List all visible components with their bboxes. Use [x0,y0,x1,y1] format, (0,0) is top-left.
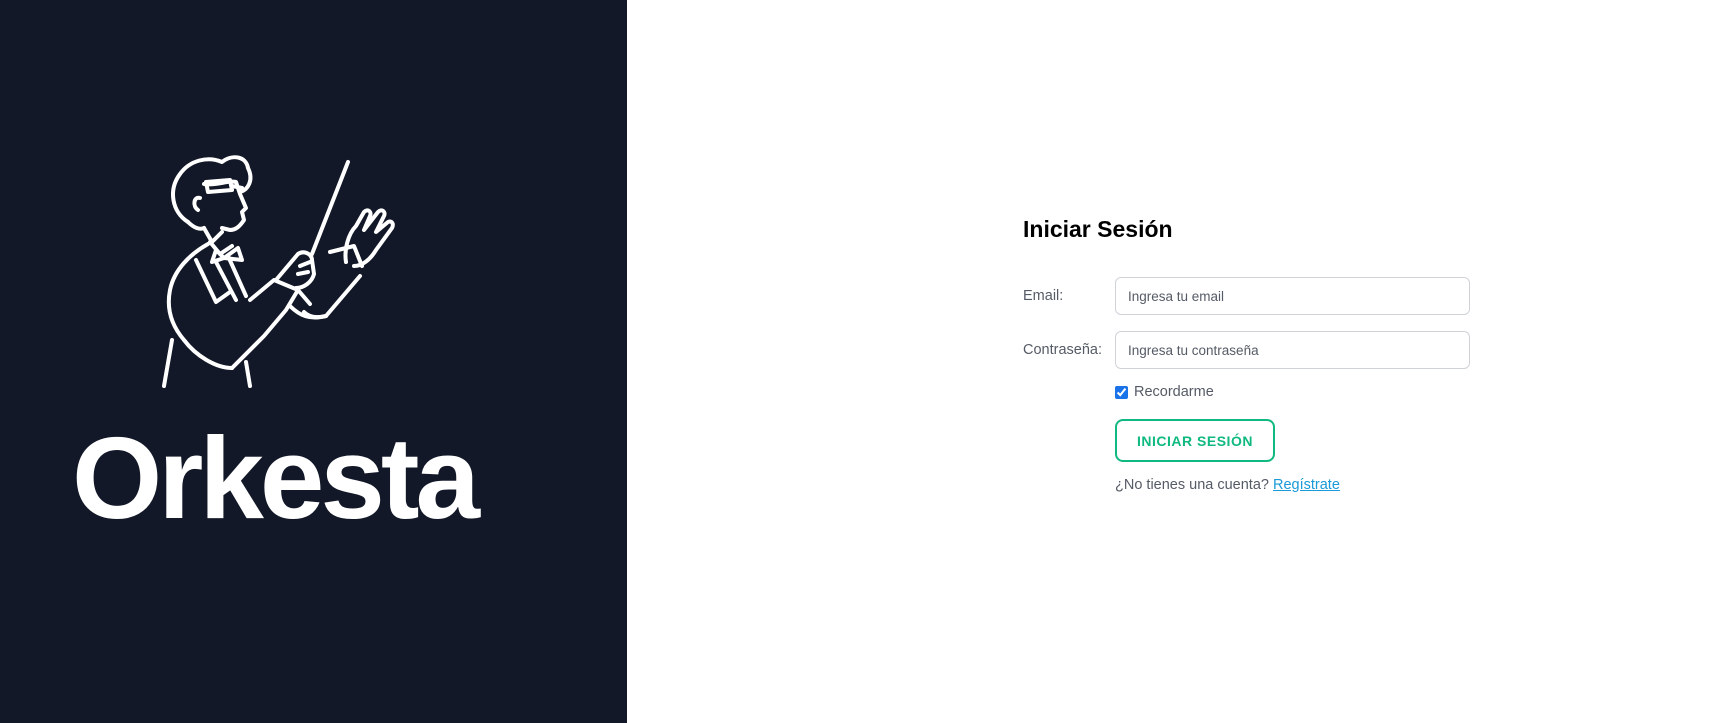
remember-row: Recordarme [1115,384,1214,400]
conductor-logo-icon [162,155,395,388]
password-field[interactable] [1115,331,1470,369]
email-field[interactable] [1115,277,1470,315]
remember-checkbox[interactable] [1115,385,1128,399]
register-row: ¿No tienes una cuenta? Regístrate [1115,477,1340,493]
login-button[interactable]: INICIAR SESIÓN [1115,419,1275,462]
register-link[interactable]: Regístrate [1273,477,1340,493]
email-label: Email: [1023,288,1064,304]
register-prompt: ¿No tienes una cuenta? [1115,477,1269,493]
remember-label[interactable]: Recordarme [1134,384,1214,400]
password-label: Contraseña: [1023,342,1102,358]
brand-panel: Orkesta [0,0,627,723]
login-title: Iniciar Sesión [1023,216,1173,242]
brand-name: Orkesta [72,413,480,543]
